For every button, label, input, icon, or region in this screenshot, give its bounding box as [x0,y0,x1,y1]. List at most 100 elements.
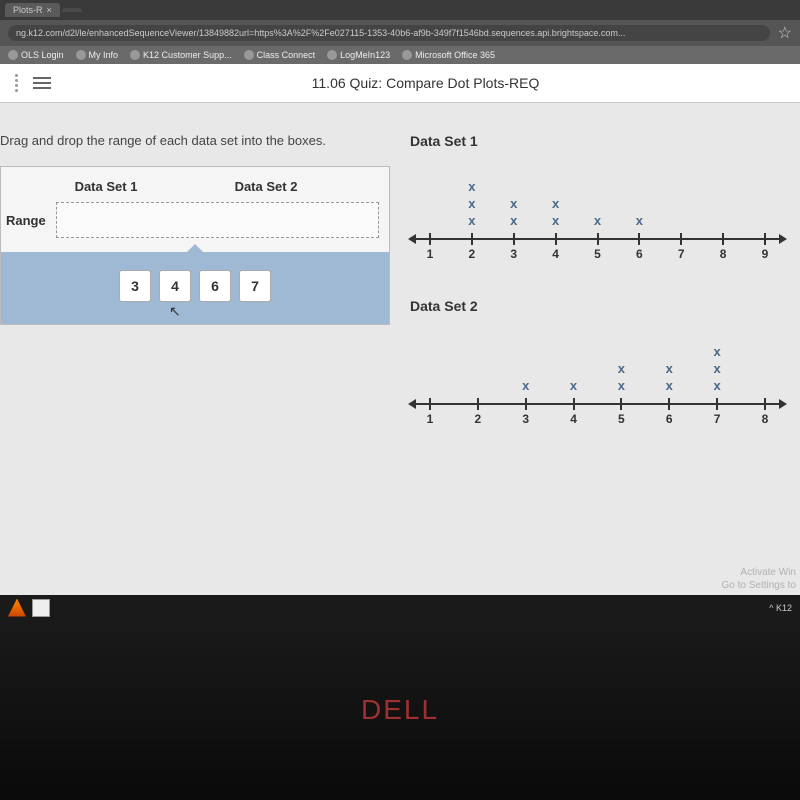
app-header: 11.06 Quiz: Compare Dot Plots-REQ [0,64,800,103]
data-point: x [713,345,720,358]
bookmark-my-info[interactable]: My Info [76,50,119,60]
data-point: x [510,197,517,210]
plot-stack: xxx [462,180,482,227]
tick-label: 2 [469,247,476,261]
data-point: x [510,214,517,227]
tick-label: 7 [678,247,685,261]
dot-plot-2: xxxxxxxxx12345678 [410,326,785,428]
bookmark-k12-support[interactable]: K12 Customer Supp... [130,50,232,60]
windows-watermark: Activate Win Go to Settings to [722,566,797,592]
browser-tab-blank[interactable] [62,8,82,12]
column-header-1: Data Set 1 [61,179,151,194]
row-label-range: Range [6,213,56,228]
tick-label: 9 [762,247,769,261]
axis-tick: 3 [516,398,536,426]
axis-tick: 7 [707,398,727,426]
menu-icon[interactable] [33,77,51,89]
taskbar[interactable]: ^ K12 [0,595,800,620]
axis-tick: 5 [588,233,608,261]
plot-stack: x [564,379,584,392]
tick-label: 3 [510,247,517,261]
axis-tick: 3 [504,233,524,261]
bookmark-icon [8,50,18,60]
data-point: x [468,214,475,227]
tile-4[interactable]: 4 [159,270,191,302]
data-point: x [468,197,475,210]
plot-stack: x [629,214,649,227]
tick-label: 7 [714,412,721,426]
tick-label: 8 [720,247,727,261]
axis-tick: 8 [713,233,733,261]
url-bar: ng.k12.com/d2l/le/enhancedSequenceViewer… [0,20,800,46]
data-point: x [522,379,529,392]
plot-stack: x [588,214,608,227]
laptop-body: DELL [0,620,800,800]
axis-tick: 4 [564,398,584,426]
data-point: x [666,379,673,392]
plot-title-2: Data Set 2 [410,298,785,314]
tile-3[interactable]: 3 [119,270,151,302]
plot-stack: x [516,379,536,392]
browser-tab[interactable]: Plots-R × [5,3,60,17]
dot-plot-1: xxxxxxxxx123456789 [410,161,785,263]
drop-zone[interactable] [56,202,379,238]
data-point: x [713,379,720,392]
tick-label: 5 [618,412,625,426]
tick-label: 1 [427,247,434,261]
axis-tick: 2 [462,233,482,261]
data-point: x [618,362,625,375]
data-point: x [618,379,625,392]
plot-stack: xxx [707,345,727,392]
tile-tray: 3 4 6 7 ↖ [1,252,389,324]
url-input[interactable]: ng.k12.com/d2l/le/enhancedSequenceViewer… [8,25,770,41]
axis-tick: 7 [671,233,691,261]
data-point: x [468,180,475,193]
dell-logo: DELL [361,694,439,726]
axis-tick: 6 [659,398,679,426]
tick-label: 3 [522,412,529,426]
bookmarks-bar: OLS Login My Info K12 Customer Supp... C… [0,46,800,64]
plot-stack: xx [659,362,679,392]
plot-set-2: Data Set 2 xxxxxxxxx12345678 [410,298,785,428]
axis-tick: 4 [546,233,566,261]
cursor-icon: ↖ [169,303,181,320]
axis-tick: 1 [420,398,440,426]
bookmark-ols-login[interactable]: OLS Login [8,50,64,60]
bookmark-icon [130,50,140,60]
data-point: x [552,197,559,210]
bookmark-icon [76,50,86,60]
close-icon[interactable]: × [47,5,52,15]
plot-set-1: Data Set 1 xxxxxxxxx123456789 [410,133,785,263]
doc-icon[interactable] [32,599,50,617]
tick-label: 4 [570,412,577,426]
tick-label: 5 [594,247,601,261]
star-icon[interactable]: ☆ [778,23,792,43]
data-point: x [666,362,673,375]
bookmark-icon [244,50,254,60]
tile-7[interactable]: 7 [239,270,271,302]
data-point: x [636,214,643,227]
plots-panel: Data Set 1 xxxxxxxxx123456789 Data Set 2… [410,133,790,590]
bookmark-icon [402,50,412,60]
bookmark-icon [327,50,337,60]
axis-tick: 1 [420,233,440,261]
vlc-icon[interactable] [8,599,26,617]
tab-title: Plots-R [13,5,43,15]
data-point: x [552,214,559,227]
bookmark-office365[interactable]: Microsoft Office 365 [402,50,495,60]
drag-handle-icon[interactable] [15,74,18,92]
tile-6[interactable]: 6 [199,270,231,302]
tick-label: 1 [427,412,434,426]
data-point: x [570,379,577,392]
plot-title-1: Data Set 1 [410,133,785,149]
page-title: 11.06 Quiz: Compare Dot Plots-REQ [66,75,785,91]
instruction-text: Drag and drop the range of each data set… [0,133,390,148]
axis-tick: 9 [755,233,775,261]
system-tray[interactable]: ^ K12 [769,603,792,613]
tick-label: 2 [475,412,482,426]
tick-label: 4 [552,247,559,261]
bookmark-logmein[interactable]: LogMeIn123 [327,50,390,60]
bookmark-class-connect[interactable]: Class Connect [244,50,316,60]
tick-label: 6 [636,247,643,261]
plot-stack: xx [504,197,524,227]
